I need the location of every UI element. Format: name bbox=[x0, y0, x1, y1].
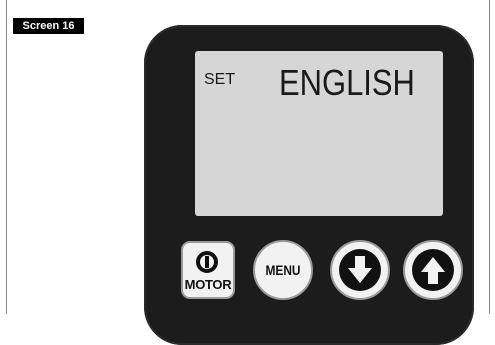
up-button[interactable] bbox=[403, 240, 463, 300]
menu-button-label: MENU bbox=[265, 262, 301, 278]
arrow-down-icon bbox=[339, 249, 381, 291]
page-frame-right-border bbox=[489, 0, 490, 314]
lcd-display: SET ENGLISH bbox=[195, 51, 443, 216]
down-button[interactable] bbox=[330, 240, 390, 300]
power-icon-bar bbox=[205, 256, 209, 268]
arrow-up-icon bbox=[412, 249, 454, 291]
motor-button[interactable]: MOTOR bbox=[181, 241, 235, 299]
lcd-mode-text: SET bbox=[204, 71, 236, 88]
lcd-value-text: ENGLISH bbox=[279, 62, 415, 103]
menu-button[interactable]: MENU bbox=[253, 240, 313, 300]
screen-label: Screen 16 bbox=[13, 18, 84, 34]
page-frame-left-border bbox=[6, 0, 7, 314]
motor-button-label: MOTOR bbox=[184, 277, 232, 292]
